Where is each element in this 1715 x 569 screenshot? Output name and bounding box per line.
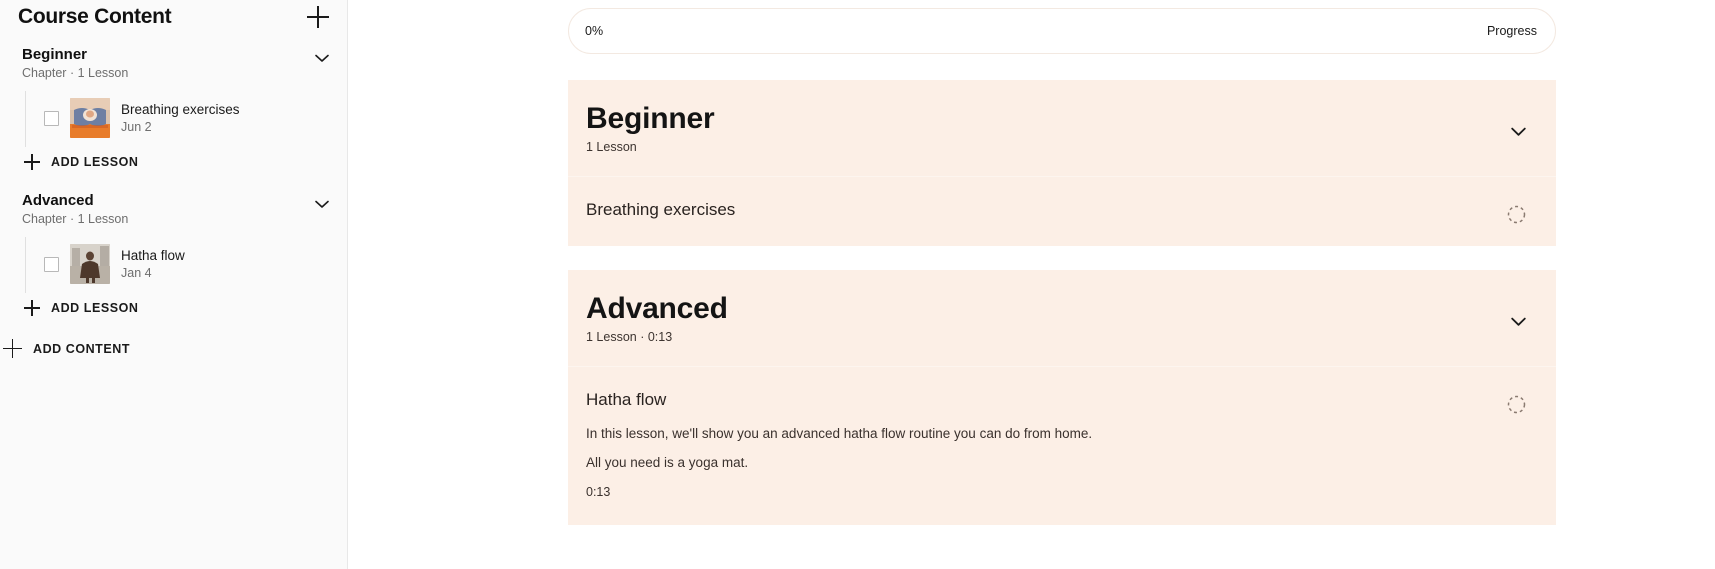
lesson-date: Jan 4 [121,265,152,280]
preview-lesson-title: Breathing exercises [586,200,736,219]
preview-lesson-hatha-flow[interactable]: Hatha flow In this lesson, we'll show yo… [568,367,1556,525]
sidebar-chapter-header[interactable]: Beginner Chapter · 1 Lesson [0,45,347,81]
preview-chapter-header[interactable]: Beginner 1 Lesson [568,80,1556,177]
sidebar-chapter-name: Advanced [22,192,94,209]
add-lesson-label: Add Lesson [51,155,139,169]
preview-lesson-description: In this lesson, we'll show you an advanc… [586,426,1093,470]
plus-icon [24,300,40,316]
progress-label: Progress [1486,24,1537,38]
lesson-name: Hatha flow [121,247,185,263]
preview-lesson-title: Hatha flow [586,390,667,409]
preview-chapter-advanced: Advanced 1 Lesson · 0:13 Hatha flow In t… [568,270,1556,525]
preview-lesson-breathing-exercises[interactable]: Breathing exercises [568,177,1556,246]
course-content-sidebar: Course Content Beginner Chapter · 1 Less… [0,0,348,569]
lesson-checkbox[interactable] [44,110,59,126]
chevron-down-icon[interactable] [315,54,329,63]
preview-chapter-meta: 1 Lesson [586,140,637,154]
preview-chapter-title: Advanced [586,292,728,325]
plus-icon [3,339,22,358]
sidebar-lesson-list: Breathing exercises Jun 2 [25,91,347,147]
sidebar-chapter-advanced: Advanced Chapter · 1 Lesson Hatha flow J… [0,191,347,316]
add-lesson-button-beginner[interactable]: Add Lesson [0,147,347,170]
preview-chapter-beginner: Beginner 1 Lesson Breathing exercises [568,80,1556,246]
sidebar-chapter-name: Beginner [22,46,88,63]
lesson-checkbox[interactable] [44,256,59,272]
sidebar-chapter-header[interactable]: Advanced Chapter · 1 Lesson [0,191,347,227]
sidebar-chapter-beginner: Beginner Chapter · 1 Lesson Breathing ex… [0,45,347,170]
dashed-circle-incomplete-icon[interactable] [1507,395,1526,414]
add-lesson-button-advanced[interactable]: Add Lesson [0,293,347,316]
sidebar-lesson-list: Hatha flow Jan 4 [25,237,347,293]
dashed-circle-incomplete-icon[interactable] [1507,205,1526,224]
add-lesson-label: Add Lesson [51,301,139,315]
sidebar-header: Course Content [0,0,347,34]
add-content-label: Add Content [33,341,131,356]
course-builder-app: Course Content Beginner Chapter · 1 Less… [0,0,1715,569]
preview-chapter-title: Beginner [586,102,715,135]
lesson-thumbnail-breathing-exercises [70,98,110,138]
add-content-plus-icon[interactable] [307,6,329,28]
preview-chapter-header[interactable]: Advanced 1 Lesson · 0:13 [568,270,1556,367]
page-title: Course Content [18,5,172,28]
chevron-down-icon[interactable] [1511,314,1526,326]
plus-icon [24,154,40,170]
lesson-thumbnail-hatha-flow [70,244,110,284]
sidebar-chapter-meta: Chapter · 1 Lesson [22,66,129,80]
preview-lesson-duration: 0:13 [586,485,611,499]
lesson-date: Jun 2 [121,119,152,134]
list-item[interactable]: Hatha flow Jan 4 [26,241,347,287]
course-preview-panel: 0% Progress Beginner 1 Lesson Breathing … [348,0,1715,569]
sidebar-chapter-meta: Chapter · 1 Lesson [22,212,129,226]
list-item[interactable]: Breathing exercises Jun 2 [26,95,347,141]
add-content-button[interactable]: Add Content [0,332,347,358]
lesson-name: Breathing exercises [121,101,240,117]
preview-chapter-meta: 1 Lesson · 0:13 [586,330,673,344]
progress-percent: 0% [585,24,604,38]
chevron-down-icon[interactable] [1511,124,1526,136]
chevron-down-icon[interactable] [315,200,329,209]
progress-bar[interactable]: 0% Progress [568,8,1556,54]
